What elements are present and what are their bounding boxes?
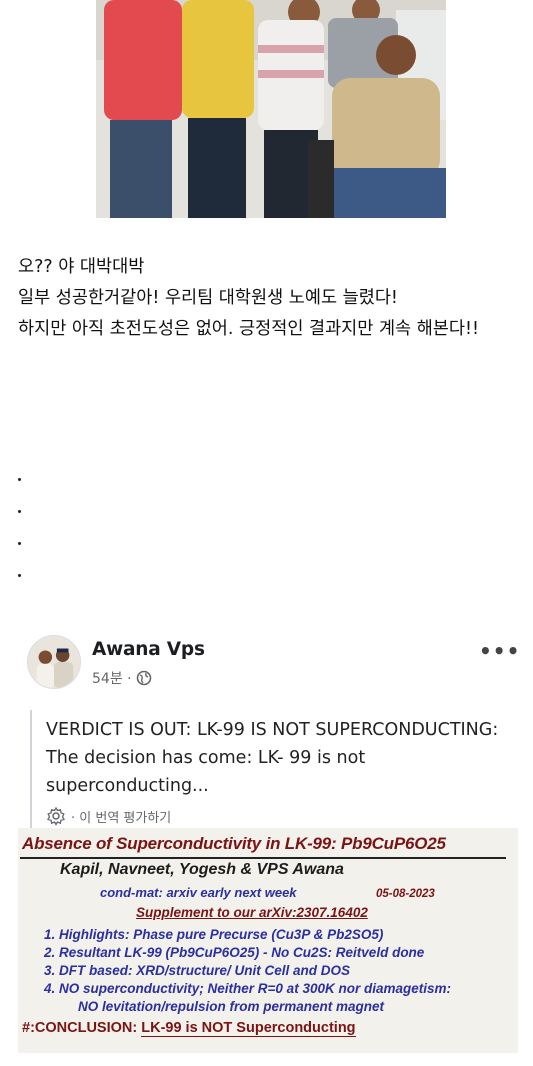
message-line-3: 하지만 아직 초전도성은 없어. 긍정적인 결과지만 계속 해본다!!	[18, 319, 480, 339]
message-line-2: 일부 성공한거같아! 우리팀 대학원생 노예도 늘렸다!	[18, 288, 398, 308]
dot	[18, 478, 21, 481]
post-meta: 54분 ·	[92, 668, 152, 688]
message-line-1: 오?? 야 대박대박	[18, 257, 145, 277]
doc-supplement: Supplement to our arXiv:2307.16402	[136, 905, 368, 920]
doc-items: 1. Highlights: Phase pure Precurse (Cu3P…	[44, 926, 451, 1016]
message-text: 오?? 야 대박대박 일부 성공한거같아! 우리팀 대학원생 노예도 늘렸다! …	[18, 252, 523, 345]
more-options-button[interactable]: •••	[479, 639, 520, 663]
doc-item: 2. Resultant LK-99 (Pb9CuP6O25) - No Cu2…	[44, 945, 425, 960]
rate-translation-label[interactable]: · 이 번역 평가하기	[71, 807, 171, 826]
globe-icon	[136, 670, 151, 686]
rate-translation[interactable]: · 이 번역 평가하기	[46, 806, 171, 826]
post-time[interactable]: 54분 ·	[92, 668, 132, 688]
dot	[18, 574, 21, 577]
doc-condmat: cond-mat: arxiv early next week	[100, 885, 297, 900]
document-image[interactable]: Absence of Superconductivity in LK-99: P…	[18, 828, 518, 1053]
doc-conclusion: #:CONCLUSION: LK-99 is NOT Superconducti…	[22, 1020, 356, 1037]
doc-item: 4. NO superconductivity; Neither R=0 at …	[44, 981, 451, 996]
doc-date: 05-08-2023	[376, 888, 435, 900]
post-header: Awana Vps 54분 · •••	[27, 635, 519, 695]
doc-conclusion-main: LK-99 is NOT Superconducting	[141, 1020, 356, 1037]
dot	[18, 542, 21, 545]
doc-conclusion-prefix: #:CONCLUSION:	[22, 1020, 142, 1036]
doc-title: Absence of Superconductivity in LK-99: P…	[22, 834, 446, 853]
doc-item: 3. DFT based: XRD/structure/ Unit Cell a…	[44, 963, 351, 978]
quote-text: VERDICT IS OUT: LK-99 IS NOT SUPERCONDUC…	[46, 720, 499, 796]
doc-item: 1. Highlights: Phase pure Precurse (Cu3P…	[44, 927, 384, 942]
author-name[interactable]: Awana Vps	[92, 639, 205, 660]
ellipsis-dots	[18, 478, 21, 606]
dot	[18, 510, 21, 513]
avatar[interactable]	[27, 635, 81, 689]
translated-quote: VERDICT IS OUT: LK-99 IS NOT SUPERCONDUC…	[30, 710, 500, 828]
doc-item: NO levitation/repulsion from permanent m…	[78, 999, 385, 1014]
doc-authors: Kapil, Navneet, Yogesh & VPS Awana	[60, 861, 344, 878]
group-photo[interactable]	[96, 0, 446, 218]
gear-icon	[47, 806, 65, 826]
doc-divider	[20, 857, 506, 859]
